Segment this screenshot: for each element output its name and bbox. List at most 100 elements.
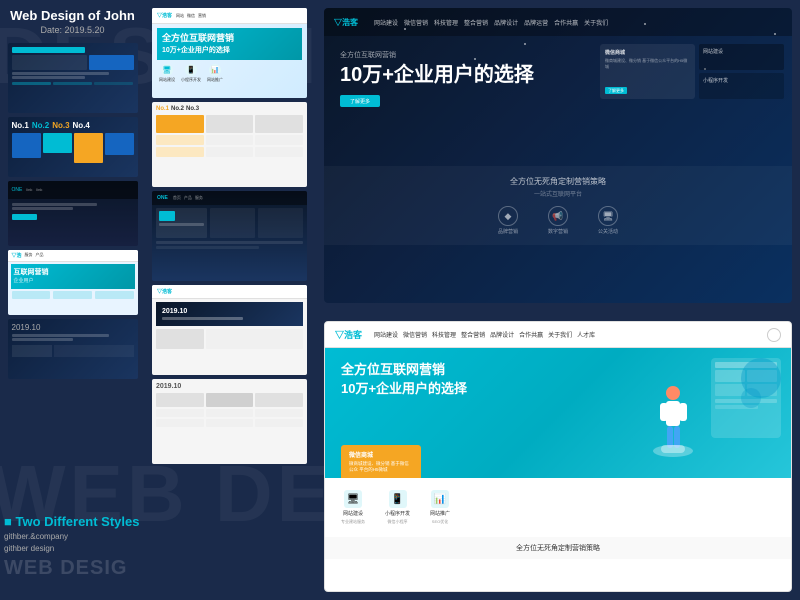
light-features-title: 全方位无死角定制营销策略: [341, 543, 775, 553]
service-promo-desc: SEO优化: [432, 519, 448, 525]
dark-feature-2: 📢 数字营销: [548, 206, 568, 235]
right-panel: ▽浩客 网站建设 微信营销 科技管理 整合营销 品牌设计 品牌运营 合作共赢 关…: [316, 0, 800, 600]
thumbnail-3[interactable]: ONE link link: [8, 181, 138, 246]
dark-hero-title-line1: 10万+企业用户的选择: [340, 63, 576, 87]
light-features-section: 全方位无死角定制营销策略: [325, 537, 791, 559]
service-mini: 📱 小程序开发 微信小程序: [385, 490, 410, 525]
service-mini-label: 小程序开发: [385, 510, 410, 517]
light-nav-search[interactable]: [767, 328, 781, 342]
thumbnail-2[interactable]: No.1 No.2 No.3 No.4: [8, 117, 138, 177]
page-date: Date: 2019.5.20: [3, 25, 143, 35]
dark-hero-cards: 微信商城 微商城建设、微分销 基于微信公众平台的H5微城 了解更多 网站建设 小…: [592, 36, 792, 166]
light-preview: ▽浩客 网站建设 微信营销 科技管理 整合营销 品牌设计 合作共赢 关于我们 人…: [324, 321, 792, 592]
dark-feature-3: 🖥 公关活动: [598, 206, 618, 235]
orange-card-1-desc: 微商城建设、微分销 基于微信公众 平台的H5微城: [349, 461, 413, 474]
mid-thumbnail-2[interactable]: No.1 No.2 No.3: [152, 102, 307, 187]
dark-nav-link-6: 品牌运营: [524, 18, 548, 27]
dark-features-title: 全方位无死角定制营销策略: [340, 176, 776, 187]
dark-card-1-title: 微信商城: [605, 49, 690, 56]
dark-nav-link-5: 品牌设计: [494, 18, 518, 27]
star-3: [644, 23, 646, 25]
dark-hero-subtitle: 全方位互联网营销: [340, 50, 576, 60]
mid-thumbnail-5[interactable]: 2019.10: [152, 379, 307, 464]
title-area: Web Design of John Date: 2019.5.20: [3, 8, 143, 35]
thumbnail-4[interactable]: ▽浩 服务 产品 互联网营销 企业用户: [8, 250, 138, 315]
service-promo-icon: 📊: [431, 490, 449, 508]
light-nav-link-2: 微信营销: [403, 330, 427, 339]
dark-nav-link-3: 科技管理: [434, 18, 458, 27]
mid-thumbnail-1[interactable]: ▽浩客 网站 微信 营销 全方位互联网营销 10万+企业用户的选择 🖥 网站建设: [152, 8, 307, 98]
light-nav-link-5: 品牌设计: [490, 330, 514, 339]
thumbnail-5[interactable]: 2019.10: [8, 319, 138, 379]
dark-btn-1[interactable]: 了解更多: [340, 95, 380, 107]
service-website-icon: 🖥: [344, 490, 362, 508]
dark-nav: ▽浩客 网站建设 微信营销 科技管理 整合营销 品牌设计 品牌运营 合作共赢 关…: [324, 8, 792, 36]
styles-heading: ■ Two Different Styles: [4, 513, 140, 531]
panel-divider: [324, 311, 792, 313]
styles-subtext1: githber.&company: [4, 531, 140, 543]
person-svg: [646, 383, 701, 473]
dark-nav-links: 网站建设 微信营销 科技管理 整合营销 品牌设计 品牌运营 合作共赢 关于我们: [374, 18, 608, 27]
light-nav-links: 网站建设 微信营销 科技管理 整合营销 品牌设计 合作共赢 关于我们 人才库: [374, 330, 595, 339]
light-nav-link-8: 人才库: [577, 330, 595, 339]
service-website: 🖥 网站建设 专业建站服务: [341, 490, 365, 525]
hero-illustration: [646, 383, 701, 478]
left-panel: Web Design of John Date: 2019.5.20 No.1 …: [0, 0, 145, 600]
star-1: [404, 28, 406, 30]
light-nav-logo: ▽浩客: [335, 328, 362, 341]
light-nav-link-1: 网站建设: [374, 330, 398, 339]
dark-feature-3-label: 公关活动: [598, 228, 618, 235]
dark-nav-link-2: 微信营销: [404, 18, 428, 27]
light-nav: ▽浩客 网站建设 微信营销 科技管理 整合营销 品牌设计 合作共赢 关于我们 人…: [325, 322, 791, 348]
dark-nav-link-7: 合作共赢: [554, 18, 578, 27]
dark-nav-link-4: 整合营销: [464, 18, 488, 27]
orange-card-1-title: 微信商城: [349, 450, 413, 459]
thumbnail-1[interactable]: [8, 43, 138, 113]
dark-nav-logo: ▽浩客: [334, 17, 358, 28]
orange-cards-row: 微信商城 微商城建设、微分销 基于微信公众 平台的H5微城: [341, 445, 421, 479]
dark-features-icons: ◆ 品牌营销 📢 数字营销 🖥 公关活动: [340, 206, 776, 235]
dark-card-1: 微信商城 微商城建设、微分销 基于微信公众平台的H5微城 了解更多: [600, 44, 695, 99]
light-nav-link-4: 整合营销: [461, 330, 485, 339]
styles-subtext2: githber design: [4, 543, 140, 555]
dark-feature-1: ◆ 品牌营销: [498, 206, 518, 235]
service-website-desc: 专业建站服务: [341, 519, 365, 525]
dark-hero-section: 全方位互联网营销 10万+企业用户的选择 了解更多 微信商城 微商城建设、微分销…: [324, 36, 792, 166]
dark-preview: ▽浩客 网站建设 微信营销 科技管理 整合营销 品牌设计 品牌运营 合作共赢 关…: [324, 8, 792, 303]
dark-card-2-title: 网站建设: [703, 48, 780, 55]
service-mini-desc: 微信小程序: [388, 519, 408, 525]
styles-bigtext: WEB DESIG: [4, 557, 140, 580]
dark-hero-text: 全方位互联网营销 10万+企业用户的选择 了解更多: [324, 36, 592, 166]
light-hero: 全方位互联网营销 10万+企业用户的选择: [325, 348, 791, 478]
dark-feature-2-label: 数字营销: [548, 228, 568, 235]
star-6: [774, 33, 776, 35]
dark-card-2: 网站建设: [699, 44, 784, 70]
light-nav-link-6: 合作共赢: [519, 330, 543, 339]
orange-card-1: 微信商城 微商城建设、微分销 基于微信公众 平台的H5微城: [341, 445, 421, 479]
dark-hero-title: 10万+企业用户的选择: [340, 63, 576, 87]
light-hero-title-line2: 10万+企业用户的选择: [341, 381, 775, 398]
service-mini-icon: 📱: [389, 490, 407, 508]
light-nav-link-7: 关于我们: [548, 330, 572, 339]
dark-card-3: 小程序开发: [699, 73, 784, 99]
service-website-label: 网站建设: [343, 510, 363, 517]
service-promo-label: 网站推广: [430, 510, 450, 517]
dark-hero-buttons: 了解更多: [340, 95, 576, 107]
page-title: Web Design of John: [3, 8, 143, 25]
dark-features-section: 全方位无死角定制营销策略 一站式互联网平台 ◆ 品牌营销 📢 数字营销 🖥 公关…: [324, 166, 792, 245]
dark-nav-link-1: 网站建设: [374, 18, 398, 27]
mid-thumbnail-3[interactable]: ONE 首页 产品 服务: [152, 191, 307, 281]
dark-card-1-desc: 微商城建设、微分销 基于微信公众平台的H5微城: [605, 58, 690, 69]
mid-thumbnail-4[interactable]: ▽浩客 2019.10: [152, 285, 307, 375]
light-services-section: 🖥 网站建设 专业建站服务 📱 小程序开发 微信小程序 📊 网站推广 SEO优化: [325, 478, 791, 537]
light-services-row: 🖥 网站建设 专业建站服务 📱 小程序开发 微信小程序 📊 网站推广 SEO优化: [341, 486, 775, 529]
middle-panel: ▽浩客 网站 微信 营销 全方位互联网营销 10万+企业用户的选择 🖥 网站建设: [148, 0, 313, 600]
dark-nav-link-8: 关于我们: [584, 18, 608, 27]
dark-card-1-btn[interactable]: 了解更多: [605, 87, 627, 94]
service-promo: 📊 网站推广 SEO优化: [430, 490, 450, 525]
dark-card-3-title: 小程序开发: [703, 77, 780, 84]
light-nav-link-3: 科技管理: [432, 330, 456, 339]
dark-feature-1-label: 品牌营销: [498, 228, 518, 235]
light-hero-title-line1: 全方位互联网营销: [341, 362, 775, 379]
styles-label-area: ■ Two Different Styles githber.&company …: [4, 513, 140, 580]
